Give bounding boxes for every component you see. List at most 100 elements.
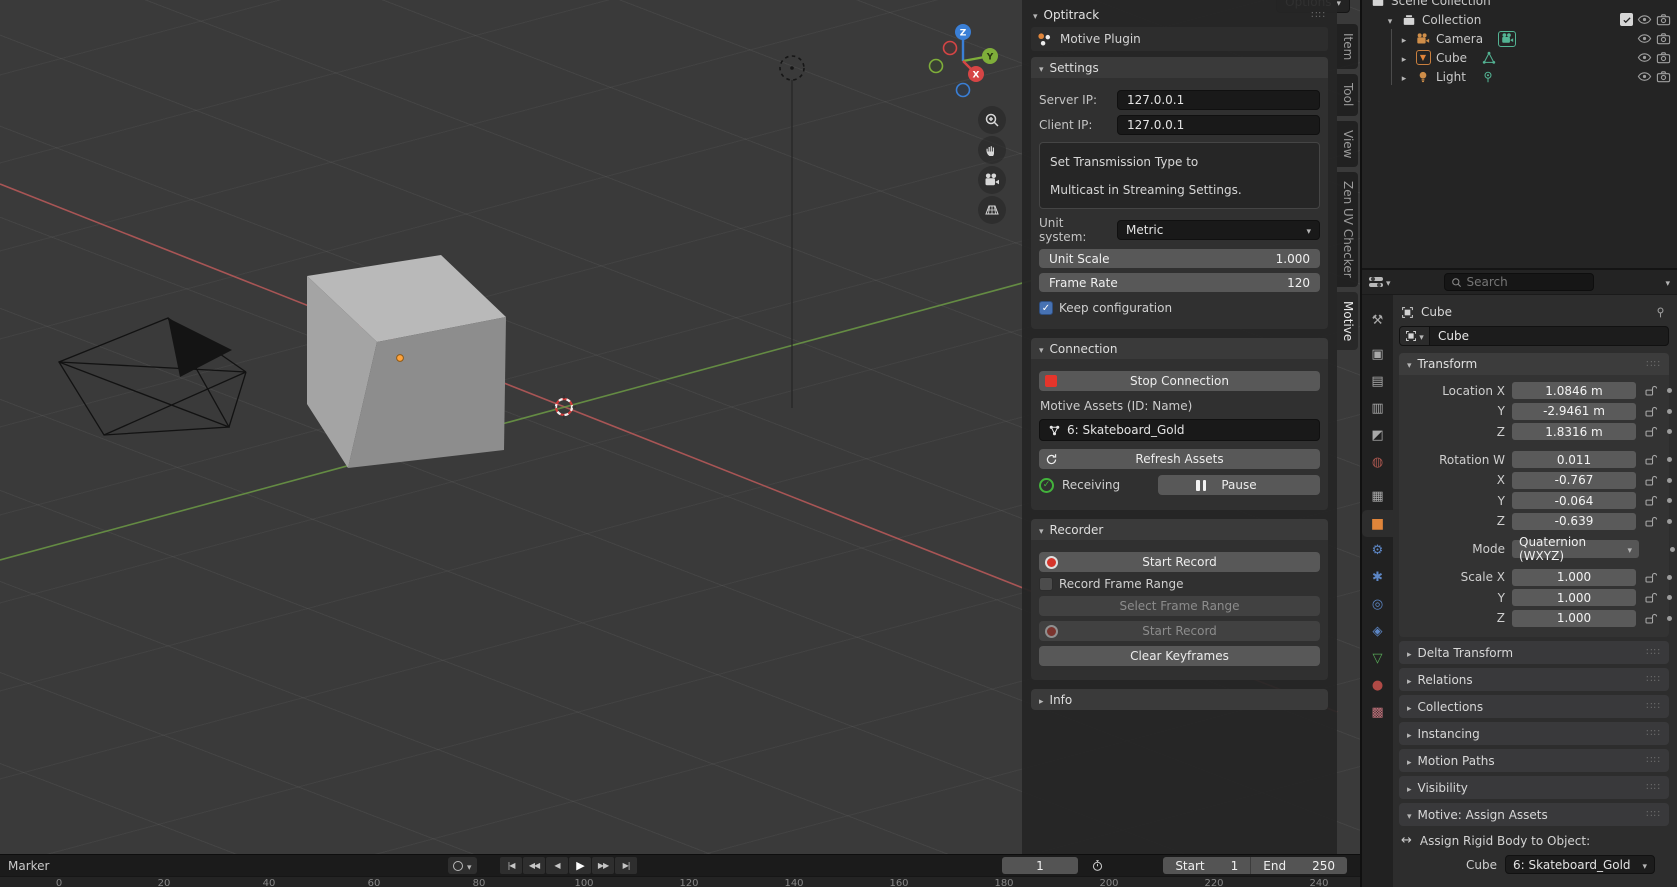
object-id-icon[interactable] <box>1400 327 1430 345</box>
lock-open-icon[interactable] <box>1644 425 1657 438</box>
3d-viewport[interactable]: Options Z Y X Optitrack ∷∷ Motiv <box>0 0 1360 855</box>
lock-open-icon[interactable] <box>1644 384 1657 397</box>
end-frame-field[interactable]: End 250 <box>1251 857 1347 874</box>
settings-header[interactable]: Settings <box>1031 57 1328 78</box>
panel-grip[interactable]: ∷∷ <box>1311 10 1326 21</box>
optitrack-panel-header[interactable]: Optitrack ∷∷ <box>1031 4 1328 26</box>
outliner-row-collection[interactable]: Collection <box>1362 10 1677 29</box>
connection-header[interactable]: Connection <box>1031 338 1328 359</box>
lock-open-icon[interactable] <box>1644 571 1657 584</box>
tab-world[interactable] <box>1362 449 1393 476</box>
tab-scene[interactable] <box>1362 422 1393 449</box>
value-slider[interactable]: -0.639 <box>1512 513 1636 530</box>
sidebar-tab-motive[interactable]: Motive <box>1337 292 1358 350</box>
tab-collection[interactable] <box>1362 483 1393 510</box>
sidebar-tab-item[interactable]: Item <box>1337 24 1358 69</box>
render-camera-icon[interactable] <box>1656 69 1671 84</box>
eye-icon[interactable] <box>1637 12 1652 27</box>
animate-dot[interactable] <box>1667 429 1672 434</box>
lock-open-icon[interactable] <box>1644 515 1657 528</box>
chevron-down-icon[interactable] <box>467 859 472 873</box>
lock-open-icon[interactable] <box>1644 474 1657 487</box>
tab-particles[interactable] <box>1362 564 1393 591</box>
current-frame-field[interactable]: 1 <box>1002 857 1078 874</box>
tab-view-layer[interactable] <box>1362 395 1393 422</box>
expander-icon[interactable] <box>1398 70 1410 84</box>
editor-type-switcher[interactable] <box>1369 275 1391 289</box>
search-input[interactable] <box>1467 275 1587 289</box>
start-record-button[interactable]: Start Record <box>1039 552 1320 572</box>
axis-neg-z[interactable] <box>957 84 970 97</box>
animate-dot[interactable] <box>1667 457 1672 462</box>
animate-dot[interactable] <box>1667 616 1672 621</box>
recorder-header[interactable]: Recorder <box>1031 519 1328 540</box>
tab-texture[interactable] <box>1362 699 1393 726</box>
eye-icon[interactable] <box>1637 69 1652 84</box>
section-visibility[interactable]: Visibility ∷∷ <box>1399 776 1669 799</box>
tab-output[interactable] <box>1362 368 1393 395</box>
section-motion-paths[interactable]: Motion Paths ∷∷ <box>1399 749 1669 772</box>
ortho-toggle-button[interactable] <box>978 196 1006 224</box>
cube-object[interactable] <box>307 255 506 468</box>
select-frame-range-button[interactable]: Select Frame Range <box>1039 596 1320 616</box>
jump-to-start-button[interactable]: |◀ <box>500 857 522 874</box>
clear-keyframes-button[interactable]: Clear Keyframes <box>1039 646 1320 666</box>
expander-icon[interactable] <box>1384 13 1396 27</box>
animate-dot[interactable] <box>1667 519 1672 524</box>
lock-open-icon[interactable] <box>1644 494 1657 507</box>
value-slider[interactable]: 1.0846 m <box>1512 382 1636 399</box>
lock-open-icon[interactable] <box>1644 453 1657 466</box>
eye-icon[interactable] <box>1637 31 1652 46</box>
camera-view-button[interactable] <box>978 166 1006 194</box>
auto-key-record-icon[interactable] <box>453 861 463 871</box>
value-slider[interactable]: 1.000 <box>1512 569 1636 586</box>
lock-open-icon[interactable] <box>1644 405 1657 418</box>
animate-dot[interactable] <box>1667 498 1672 503</box>
render-camera-icon[interactable] <box>1656 31 1671 46</box>
stopwatch-button[interactable] <box>1086 857 1108 874</box>
pin-icon[interactable] <box>1654 306 1667 319</box>
assign-asset-dropdown[interactable]: 6: Skateboard_Gold <box>1505 855 1655 874</box>
tab-physics[interactable] <box>1362 591 1393 618</box>
section-instancing[interactable]: Instancing ∷∷ <box>1399 722 1669 745</box>
pan-button[interactable] <box>978 136 1006 164</box>
refresh-assets-button[interactable]: Refresh Assets <box>1039 449 1320 469</box>
value-slider[interactable]: 0.011 <box>1512 451 1636 468</box>
tab-constraints[interactable] <box>1362 618 1393 645</box>
timeline-ruler[interactable]: 0 20 40 60 80 100 120 140 160 180 200 22… <box>0 876 1360 887</box>
tab-material[interactable] <box>1362 672 1393 699</box>
section-relations[interactable]: Relations ∷∷ <box>1399 668 1669 691</box>
tab-object-data[interactable] <box>1362 645 1393 672</box>
auto-keying-group[interactable] <box>448 857 477 874</box>
header-options-chevron-icon[interactable] <box>1665 275 1670 289</box>
rotation-mode-dropdown[interactable]: Quaternion (WXYZ) <box>1512 540 1639 558</box>
value-slider[interactable]: 1.000 <box>1512 610 1636 627</box>
section-delta-transform[interactable]: Delta Transform ∷∷ <box>1399 641 1669 664</box>
render-camera-icon[interactable] <box>1656 50 1671 65</box>
animate-dot[interactable] <box>1667 388 1672 393</box>
panel-grip[interactable]: ∷∷ <box>1646 359 1661 370</box>
unit-system-dropdown[interactable]: Metric <box>1117 220 1320 240</box>
expander-icon[interactable] <box>1398 32 1410 46</box>
outliner-row-light[interactable]: Light <box>1362 67 1677 86</box>
tab-tool[interactable] <box>1362 307 1393 334</box>
start-record-disabled-button[interactable]: Start Record <box>1039 621 1320 641</box>
pause-button[interactable]: Pause <box>1158 475 1320 495</box>
axis-neg-x[interactable] <box>944 42 957 55</box>
client-ip-field[interactable] <box>1117 115 1320 135</box>
collection-checkbox[interactable] <box>1620 13 1633 26</box>
render-camera-icon[interactable] <box>1656 12 1671 27</box>
tab-modifiers[interactable] <box>1362 537 1393 564</box>
asset-select-dropdown[interactable]: 6: Skateboard_Gold <box>1039 419 1320 441</box>
expander-icon[interactable] <box>1398 51 1410 65</box>
navigation-gizmo[interactable]: Z Y X <box>915 12 1015 112</box>
tab-render[interactable] <box>1362 341 1393 368</box>
transform-header[interactable]: Transform ∷∷ <box>1399 353 1669 375</box>
animate-dot[interactable] <box>1667 478 1672 483</box>
lock-open-icon[interactable] <box>1644 612 1657 625</box>
outliner-row-cube[interactable]: ▼ Cube <box>1362 48 1677 67</box>
camera-object[interactable] <box>59 318 246 435</box>
tab-object[interactable] <box>1362 510 1393 537</box>
animate-dot[interactable] <box>1667 575 1672 580</box>
animate-dot[interactable] <box>1670 547 1675 552</box>
